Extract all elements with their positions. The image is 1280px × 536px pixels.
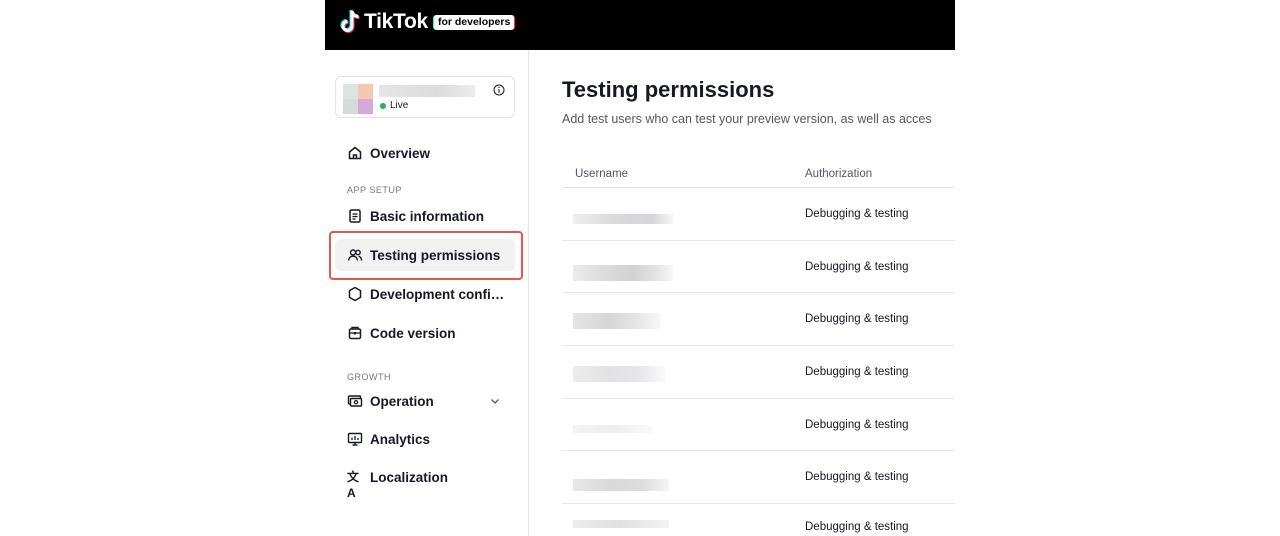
sidebar-item-analytics[interactable]: Analytics bbox=[335, 423, 515, 455]
username-redacted bbox=[573, 264, 673, 281]
gear-icon bbox=[348, 286, 362, 302]
authorization-value: Debugging & testing bbox=[805, 313, 909, 326]
username-redacted bbox=[573, 520, 669, 529]
table-row[interactable]: Debugging & testing bbox=[562, 399, 955, 452]
sidebar-item-label: Testing permissions bbox=[370, 247, 501, 263]
sidebar-item-label: Code version bbox=[370, 325, 456, 341]
authorization-value: Debugging & testing bbox=[805, 260, 909, 273]
tiktok-note-icon bbox=[340, 9, 360, 33]
sidebar-item-label: Localization bbox=[370, 469, 449, 485]
sidebar-item-overview[interactable]: Overview bbox=[335, 137, 515, 169]
sidebar-item-testing-permissions[interactable]: Testing permissions bbox=[335, 239, 515, 271]
sidebar-item-development-configuration[interactable]: Development confi… bbox=[335, 278, 515, 310]
table-row[interactable]: Debugging & testing bbox=[562, 241, 955, 294]
sidebar-item-label: Operation bbox=[370, 393, 434, 409]
sidebar-item-localization[interactable]: 文A Localization bbox=[335, 461, 515, 501]
table-row[interactable]: Debugging & testing bbox=[562, 293, 955, 347]
table-row[interactable]: Debugging & testing bbox=[562, 451, 955, 505]
sidebar-item-label: Basic information bbox=[370, 208, 485, 224]
app-frame: TikTok for developers Live Overview APP … bbox=[325, 0, 955, 536]
authorization-value: Debugging & testing bbox=[805, 208, 909, 220]
info-icon[interactable] bbox=[493, 84, 505, 96]
authorization-value: Debugging & testing bbox=[805, 366, 909, 379]
app-icon bbox=[343, 84, 373, 114]
table-header: Username Authorization bbox=[562, 160, 955, 188]
app-name-redacted bbox=[379, 85, 475, 97]
section-label-growth: GROWTH bbox=[347, 372, 391, 382]
analytics-monitor-icon bbox=[347, 432, 363, 446]
for-developers-badge: for developers bbox=[433, 14, 515, 30]
authorization-value: Debugging & testing bbox=[805, 471, 909, 484]
page-title: Testing permissions bbox=[562, 77, 775, 102]
authorization-value: Debugging & testing bbox=[805, 418, 909, 431]
sidebar-item-label: Development confi… bbox=[370, 286, 505, 302]
users-icon bbox=[347, 249, 363, 261]
sidebar-item-basic-information[interactable]: Basic information bbox=[335, 200, 515, 232]
home-icon bbox=[348, 146, 362, 160]
live-status-dot bbox=[380, 102, 386, 109]
brand-name: TikTok bbox=[364, 10, 428, 33]
tiktok-developers-logo[interactable]: TikTok for developers bbox=[340, 9, 515, 35]
money-icon bbox=[347, 395, 363, 407]
document-icon bbox=[349, 209, 361, 223]
sidebar-item-code-version[interactable]: Code version bbox=[335, 317, 515, 349]
package-icon bbox=[348, 326, 362, 340]
app-status-label: Live bbox=[390, 100, 409, 111]
column-header-username: Username bbox=[575, 168, 629, 180]
app-status: Live bbox=[380, 100, 408, 111]
sidebar: Live Overview APP SETUP Basic informatio… bbox=[325, 50, 529, 536]
sidebar-item-operation[interactable]: Operation bbox=[335, 385, 515, 417]
username-redacted bbox=[573, 479, 669, 492]
table-row[interactable]: Debugging & testing bbox=[562, 346, 955, 399]
top-bar: TikTok for developers bbox=[325, 0, 955, 50]
table-row[interactable]: Debugging & testing bbox=[562, 504, 955, 536]
page-subtitle: Add test users who can test your preview… bbox=[562, 112, 932, 126]
sidebar-item-label: Overview bbox=[370, 145, 431, 161]
table-row[interactable]: Debugging & testing bbox=[562, 188, 955, 241]
authorization-value: Debugging & testing bbox=[805, 521, 909, 534]
section-label-app-setup: APP SETUP bbox=[347, 185, 402, 195]
sidebar-item-label: Analytics bbox=[370, 431, 431, 447]
username-redacted bbox=[573, 366, 665, 383]
test-users-table: Username Authorization Debugging & testi… bbox=[562, 160, 955, 536]
translate-icon: 文A bbox=[347, 470, 359, 500]
app-selector-card[interactable]: Live bbox=[335, 76, 515, 118]
chevron-down-icon[interactable] bbox=[489, 395, 501, 407]
column-header-authorization: Authorization bbox=[805, 168, 873, 180]
username-redacted bbox=[573, 313, 661, 330]
username-redacted bbox=[573, 424, 653, 433]
username-redacted bbox=[573, 214, 673, 224]
main-content: Testing permissions Add test users who c… bbox=[562, 50, 955, 536]
